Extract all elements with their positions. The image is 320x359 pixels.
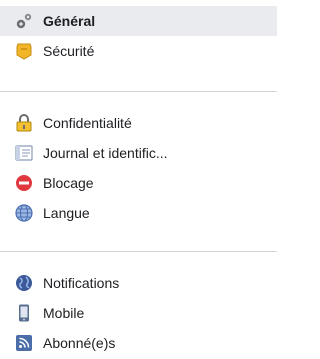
menu-item-label: Confidentialité — [43, 115, 132, 131]
mobile-phone-icon — [19, 304, 29, 322]
menu-item-mobile[interactable]: Mobile — [0, 298, 277, 328]
menu-item-label: Journal et identific... — [43, 145, 168, 161]
padlock-icon — [16, 114, 32, 132]
globe-icon — [15, 204, 33, 222]
menu-item-blocking[interactable]: Blocage — [0, 168, 277, 198]
menu-item-followers[interactable]: Abonné(e)s — [0, 328, 277, 358]
menu-item-label: Général — [43, 13, 96, 29]
menu-item-label: Blocage — [43, 175, 94, 191]
menu-item-privacy[interactable]: Confidentialité — [0, 108, 277, 138]
gears-icon — [16, 13, 32, 29]
menu-item-security[interactable]: Sécurité — [0, 36, 277, 66]
block-icon — [16, 175, 32, 191]
menu-item-timeline-tagging[interactable]: Journal et identific... — [0, 138, 277, 168]
menu-item-label: Notifications — [43, 275, 120, 291]
menu-item-notifications[interactable]: Notifications — [0, 268, 277, 298]
settings-menu: Général Sécurité Confidentialité Journal… — [0, 0, 277, 359]
menu-item-label: Abonné(e)s — [43, 335, 116, 351]
section-divider — [0, 91, 277, 92]
earth-icon — [16, 275, 32, 291]
menu-item-language[interactable]: Langue — [0, 198, 277, 228]
section-divider — [0, 251, 277, 252]
rss-icon — [16, 335, 32, 351]
menu-item-label: Mobile — [43, 305, 85, 321]
menu-item-label: Langue — [43, 205, 90, 221]
security-badge-icon — [16, 43, 32, 60]
menu-item-general[interactable]: Général — [0, 6, 277, 36]
timeline-icon — [15, 145, 33, 161]
menu-item-label: Sécurité — [43, 43, 95, 59]
